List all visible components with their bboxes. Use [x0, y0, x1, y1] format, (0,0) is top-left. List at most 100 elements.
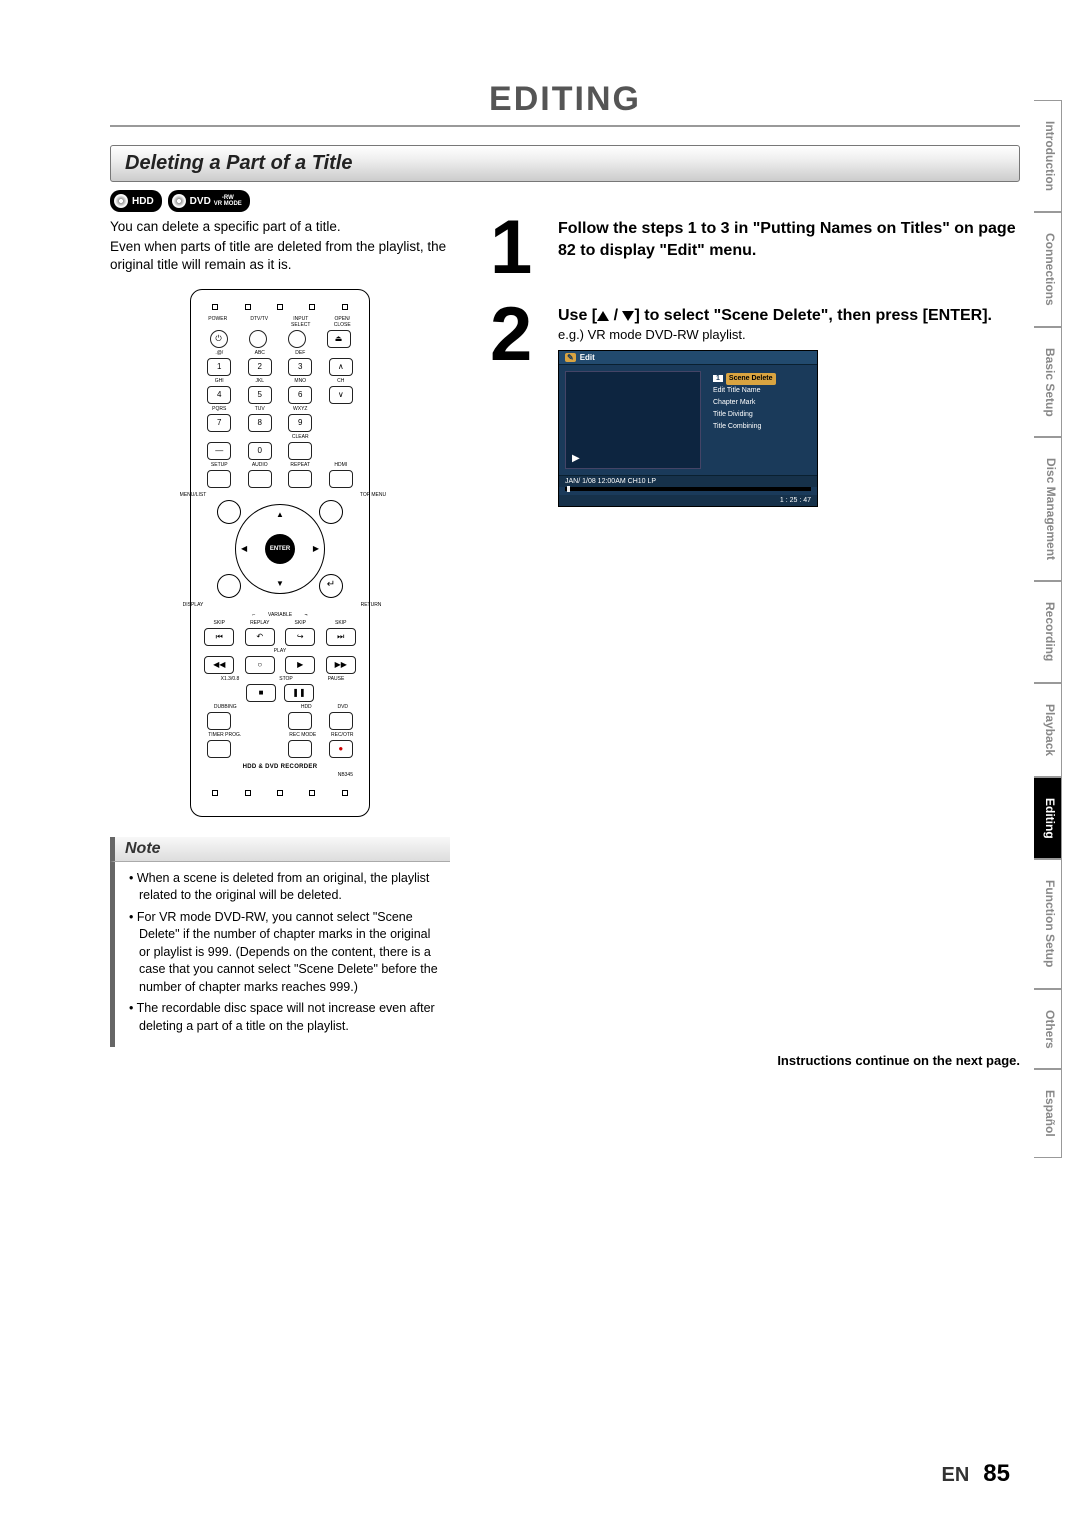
- lbl: SKIP: [329, 620, 353, 626]
- btn-hdmi: [329, 470, 353, 488]
- lbl: REC/OTR: [327, 732, 357, 738]
- footer-page-number: 85: [983, 1460, 1010, 1488]
- btn-slow: ○: [245, 656, 275, 674]
- triangle-down-icon: [622, 311, 634, 321]
- lbl: REPEAT: [288, 462, 312, 468]
- btn-enter: ENTER: [265, 534, 295, 564]
- osd-progress-bar: [565, 487, 811, 491]
- btn-play: ▶: [285, 656, 315, 674]
- lbl: SKIP: [207, 620, 231, 626]
- btn-6: 6: [288, 386, 312, 404]
- lbl: SKIP: [288, 620, 312, 626]
- btn-chdn: ∨: [329, 386, 353, 404]
- lbl-topmenu: TOP MENU: [353, 492, 393, 498]
- lbl-display: DISPLAY: [173, 602, 213, 608]
- btn-3: 3: [288, 358, 312, 376]
- intro-line2: Even when parts of title are deleted fro…: [110, 238, 450, 274]
- btn-stop: ■: [246, 684, 276, 702]
- lbl: HDMI: [329, 462, 353, 468]
- tab-espanol[interactable]: Español: [1034, 1069, 1062, 1158]
- btn-9: 9: [288, 414, 312, 432]
- tab-introduction[interactable]: Introduction: [1034, 100, 1062, 212]
- lbl-return: RETURN: [351, 602, 391, 608]
- btn-7: 7: [207, 414, 231, 432]
- osd-index: 1: [713, 375, 723, 382]
- btn-rec: ●: [329, 740, 353, 758]
- continue-text: Instructions continue on the next page.: [490, 1053, 1020, 1068]
- t: Use [: [558, 307, 597, 324]
- dvd-badge: DVD -RW VR MODE: [168, 190, 250, 212]
- tab-editing[interactable]: Editing: [1034, 777, 1062, 860]
- tab-playback[interactable]: Playback: [1034, 683, 1062, 777]
- t: ] to select "Scene Delete", then press […: [634, 307, 992, 324]
- btn-topmenu: [319, 500, 343, 524]
- lbl: .@/: [207, 350, 231, 356]
- btn-repeat: [288, 470, 312, 488]
- btn-eject: ⏏: [327, 330, 351, 348]
- tab-recording[interactable]: Recording: [1034, 581, 1062, 682]
- osd-item: Title Dividing: [713, 409, 811, 421]
- btn-4: 4: [207, 386, 231, 404]
- tab-others[interactable]: Others: [1034, 989, 1062, 1070]
- btn-timer: [207, 740, 231, 758]
- step-number: 1: [490, 218, 540, 279]
- lbl: PAUSE: [324, 676, 348, 682]
- section-header-bar: Deleting a Part of a Title: [110, 145, 1020, 182]
- btn-menulist: [217, 500, 241, 524]
- lbl: HDD: [294, 704, 318, 710]
- btn-varskip: ↪: [285, 628, 315, 646]
- osd-edit-screen: ✎ Edit ▶ 1Scene Delete Edit Title Name C…: [558, 350, 818, 507]
- remote-control-diagram: POWERDTV/TVINPUT SELECTOPEN/ CLOSE ⏻⏏ .@…: [190, 289, 370, 817]
- osd-item: Edit Title Name: [713, 385, 811, 397]
- osd-header: ✎ Edit: [559, 351, 817, 365]
- osd-item: Title Combining: [713, 421, 811, 433]
- lbl: DEF: [288, 350, 312, 356]
- tab-connections[interactable]: Connections: [1034, 212, 1062, 327]
- note-body: When a scene is deleted from an original…: [110, 862, 450, 1048]
- t: /: [609, 307, 622, 324]
- disc-icon: [114, 194, 128, 208]
- osd-menu: 1Scene Delete Edit Title Name Chapter Ma…: [707, 365, 817, 475]
- lbl: GHI: [207, 378, 231, 384]
- btn-recmode: [288, 740, 312, 758]
- intro-line1: You can delete a specific part of a titl…: [110, 218, 450, 236]
- osd-duration: 1 : 25 : 47: [780, 497, 811, 504]
- btn-power: ⏻: [210, 330, 228, 348]
- btn-skip-prev: ⏮: [204, 628, 234, 646]
- dvd-badge-text: DVD: [190, 196, 211, 207]
- hdd-badge: HDD: [110, 190, 162, 212]
- btn-ff: ▶▶: [326, 656, 356, 674]
- lbl: REC MODE: [286, 732, 320, 738]
- step1-text: Follow the steps 1 to 3 in "Putting Name…: [558, 218, 1020, 261]
- lbl-variable: VARIABLE: [268, 612, 292, 618]
- lbl-dtvtv: DTV/TV: [243, 316, 275, 328]
- lbl: AUDIO: [248, 462, 272, 468]
- intro-text: You can delete a specific part of a titl…: [110, 218, 450, 275]
- lbl-input: INPUT SELECT: [285, 316, 317, 328]
- step2-text: Use [ / ] to select "Scene Delete", then…: [558, 305, 992, 327]
- edit-pencil-icon: ✎: [565, 353, 576, 362]
- arrow-left-icon: ◀: [241, 544, 247, 553]
- hdd-badge-text: HDD: [132, 196, 154, 207]
- arrow-up-icon: ▲: [276, 510, 284, 519]
- btn-0: 0: [248, 442, 272, 460]
- btn-1: 1: [207, 358, 231, 376]
- lbl-open: OPEN/ CLOSE: [326, 316, 358, 328]
- step-1: 1 Follow the steps 1 to 3 in "Putting Na…: [490, 218, 1020, 279]
- note-heading: Note: [110, 837, 450, 862]
- lbl-clear: CLEAR: [288, 434, 312, 440]
- tab-function-setup[interactable]: Function Setup: [1034, 859, 1062, 988]
- tab-basic-setup[interactable]: Basic Setup: [1034, 327, 1062, 438]
- osd-footer: JAN/ 1/08 12:00AM CH10 LP: [559, 475, 817, 487]
- btn-pause: ❚❚: [284, 684, 314, 702]
- remote-brand: HDD & DVD RECORDER: [199, 764, 361, 770]
- osd-item-selected: Scene Delete: [726, 373, 776, 385]
- lbl: TUV: [248, 406, 272, 412]
- tab-disc-management[interactable]: Disc Management: [1034, 437, 1062, 581]
- arrow-down-icon: ▼: [276, 579, 284, 588]
- btn-5: 5: [248, 386, 272, 404]
- btn-dtvtv: [249, 330, 267, 348]
- note-item: The recordable disc space will not incre…: [139, 1000, 440, 1035]
- progress-marker: [567, 486, 570, 492]
- step-2: 2 Use [ / ] to select "Scene Delete", th…: [490, 305, 1020, 507]
